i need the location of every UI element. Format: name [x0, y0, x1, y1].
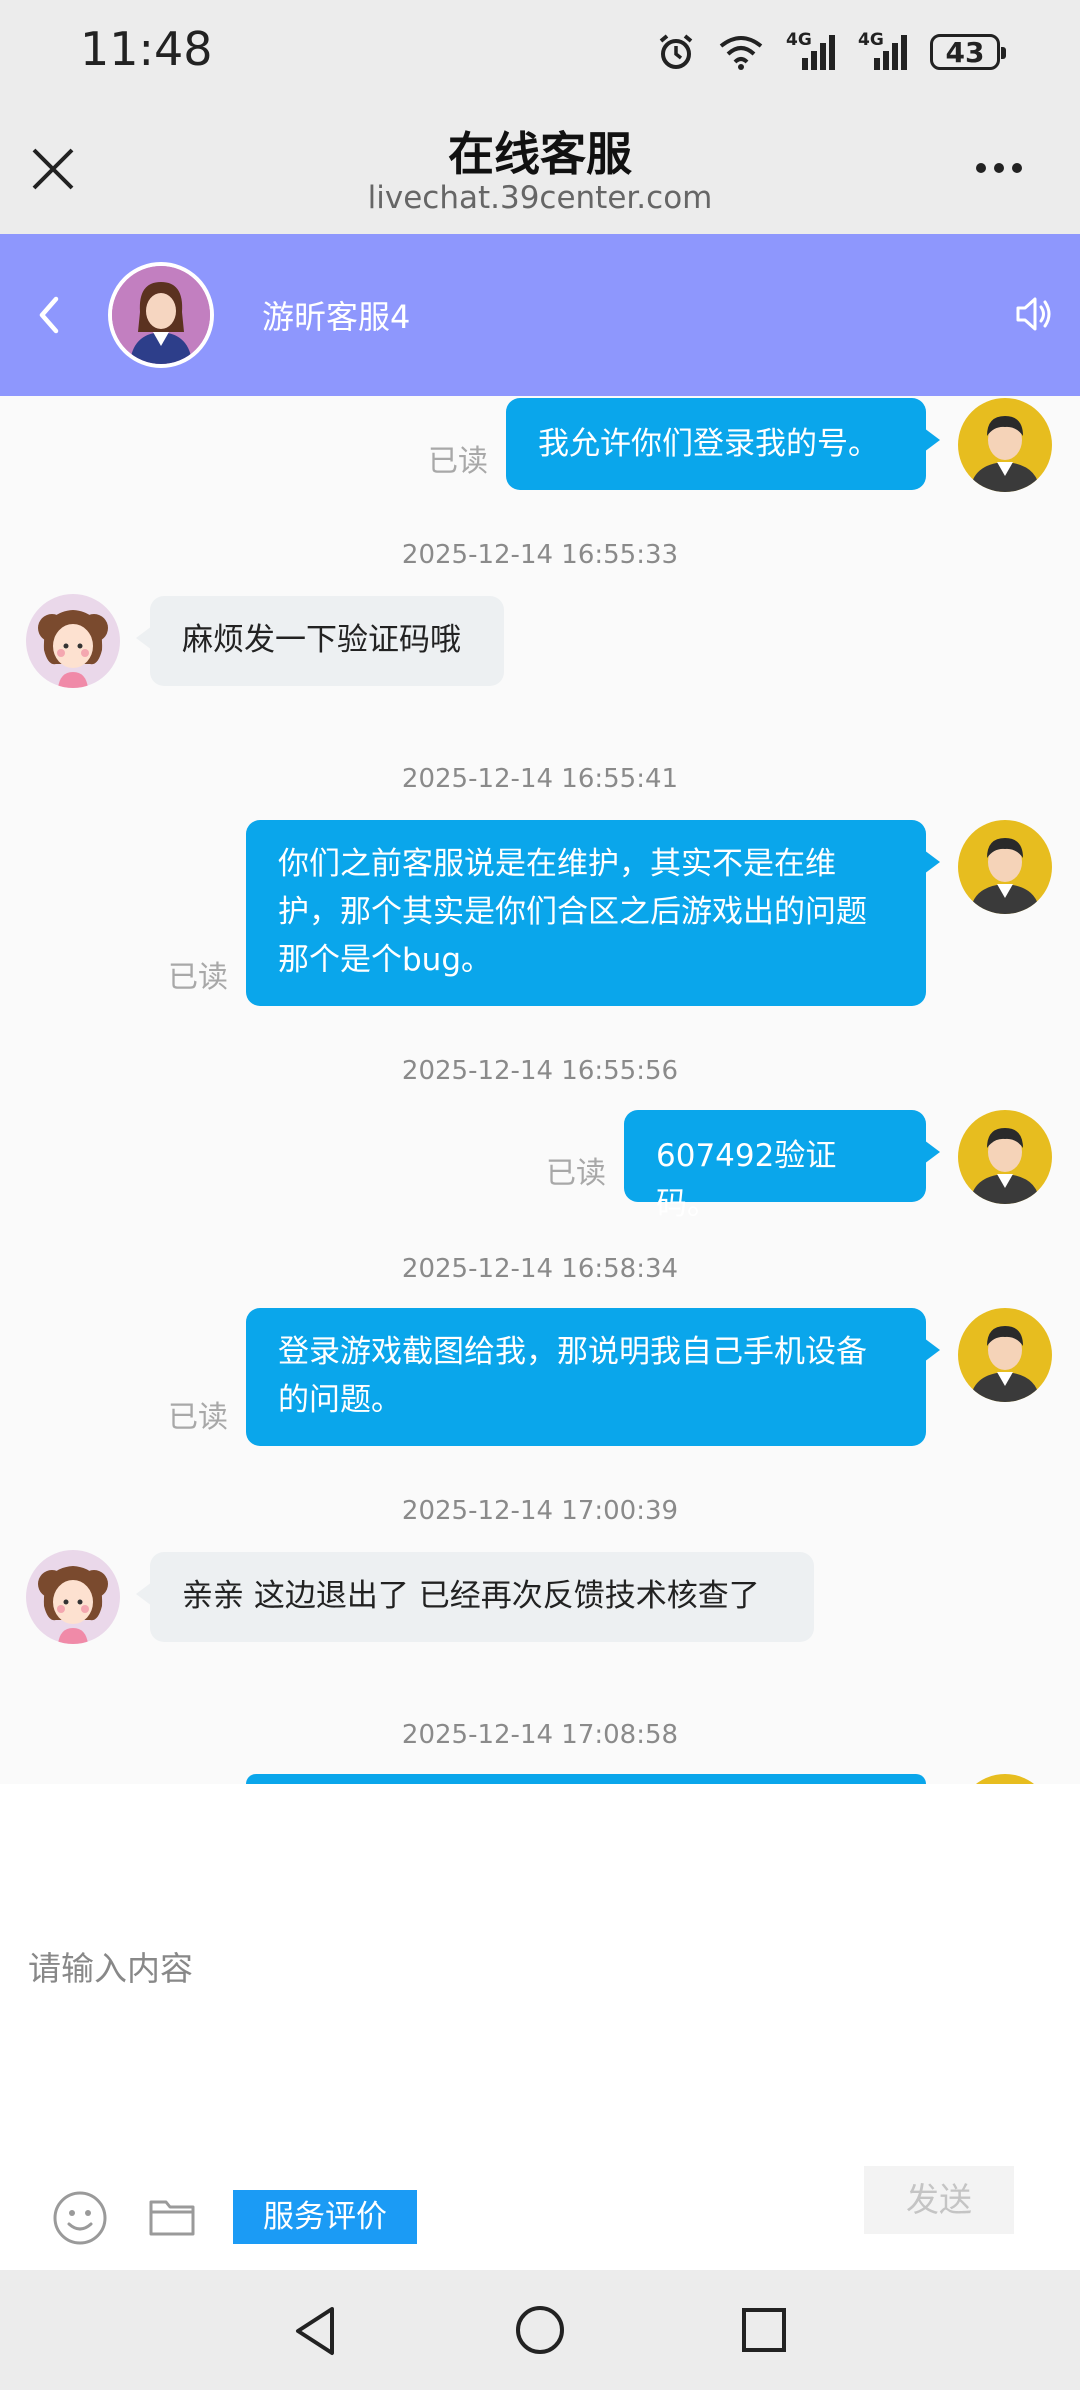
agent-girl-icon [38, 1566, 108, 1644]
nav-recent-icon [742, 2308, 786, 2352]
message-timestamp: 2025-12-14 17:00:39 [401, 1496, 679, 1526]
agent-portrait-icon [112, 266, 210, 364]
read-receipt: 已读 [428, 444, 488, 479]
user-avatar-partial [958, 1774, 1052, 1784]
read-receipt: 已读 [168, 960, 228, 995]
battery-indicator: 43 [930, 34, 1006, 70]
message-line: 你们之前客服说是在维护，其实不是在维 [278, 846, 836, 882]
speaker-icon [1016, 297, 1051, 331]
message-bubble-incoming[interactable]: 亲亲 这边退出了 已经再次反馈技术核查了 [136, 1552, 814, 1642]
nav-back-button[interactable] [292, 2303, 340, 2359]
wifi-icon [719, 36, 763, 70]
message-bubble-outgoing-partial[interactable] [246, 1774, 926, 1784]
message-timestamp: 2025-12-14 17:08:58 [401, 1720, 679, 1750]
message-bubble-outgoing[interactable]: 我允许你们登录我的号。 [506, 398, 940, 490]
message-line: 的问题。 [278, 1382, 402, 1418]
message-input[interactable]: 请输入内容 [28, 1942, 193, 1990]
message-line: 登录游戏截图给我，那说明我自己手机设备 [278, 1334, 867, 1370]
emoji-icon [53, 2191, 107, 2245]
agent-message-avatar [26, 1550, 120, 1644]
folder-icon [149, 2200, 195, 2236]
status-time: 11:48 [80, 22, 213, 76]
user-avatar-icon [970, 838, 1040, 914]
user-avatar-icon [970, 1326, 1040, 1402]
more-icon [976, 163, 986, 173]
speaker-button[interactable] [1012, 292, 1056, 336]
message-bubble-incoming[interactable]: 麻烦发一下验证码哦 [136, 596, 504, 686]
user-avatar [958, 1110, 1052, 1204]
nav-home-icon [516, 2306, 564, 2354]
read-receipt: 已读 [546, 1156, 606, 1191]
send-button[interactable]: 发送 [864, 2166, 1014, 2234]
user-avatar [958, 398, 1052, 492]
read-receipt: 已读 [168, 1400, 228, 1435]
message-timestamp: 2025-12-14 16:55:33 [401, 540, 679, 570]
alarm-icon [659, 34, 693, 69]
emoji-button[interactable] [52, 2190, 108, 2246]
status-icons: 4G 4G 43 [656, 28, 1006, 76]
nav-home-button[interactable] [514, 2304, 566, 2356]
message-line: 那个是个bug。 [278, 942, 493, 978]
cell-signal-1: 4G [786, 30, 836, 72]
more-button[interactable] [976, 150, 1032, 186]
user-avatar [958, 1308, 1052, 1402]
page-title: 在线客服 [448, 127, 632, 181]
page-url: livechat.39center.com [367, 180, 713, 216]
user-avatar-icon [970, 1128, 1040, 1204]
nav-back-icon [296, 2307, 334, 2355]
message-line: 护，那个其实是你们合区之后游戏出的问题 [278, 894, 867, 930]
cell-signal-2: 4G [858, 30, 908, 72]
agent-name: 游昕客服4 [262, 298, 411, 336]
file-upload-button[interactable] [148, 2194, 196, 2238]
back-icon [39, 296, 59, 334]
user-avatar [958, 820, 1052, 914]
agent-avatar [108, 262, 214, 368]
message-bubble-outgoing[interactable]: 你们之前客服说是在维护，其实不是在维 护，那个其实是你们合区之后游戏出的问题 那… [246, 820, 940, 1006]
agent-girl-icon [38, 610, 108, 688]
user-avatar-icon [970, 416, 1040, 492]
signal-bars-icon [802, 35, 835, 70]
message-timestamp: 2025-12-14 16:55:56 [401, 1056, 679, 1086]
service-rating-button[interactable]: 服务评价 [233, 2190, 417, 2244]
agent-message-avatar [26, 594, 120, 688]
message-timestamp: 2025-12-14 16:58:34 [401, 1254, 679, 1284]
message-timestamp: 2025-12-14 16:55:41 [401, 764, 679, 794]
signal-bars-icon [874, 35, 907, 70]
message-bubble-outgoing[interactable]: 607492验证码。 [624, 1110, 940, 1222]
nav-recent-button[interactable] [740, 2306, 788, 2354]
back-button[interactable] [30, 290, 70, 340]
message-bubble-outgoing[interactable]: 登录游戏截图给我，那说明我自己手机设备 的问题。 [246, 1308, 940, 1446]
